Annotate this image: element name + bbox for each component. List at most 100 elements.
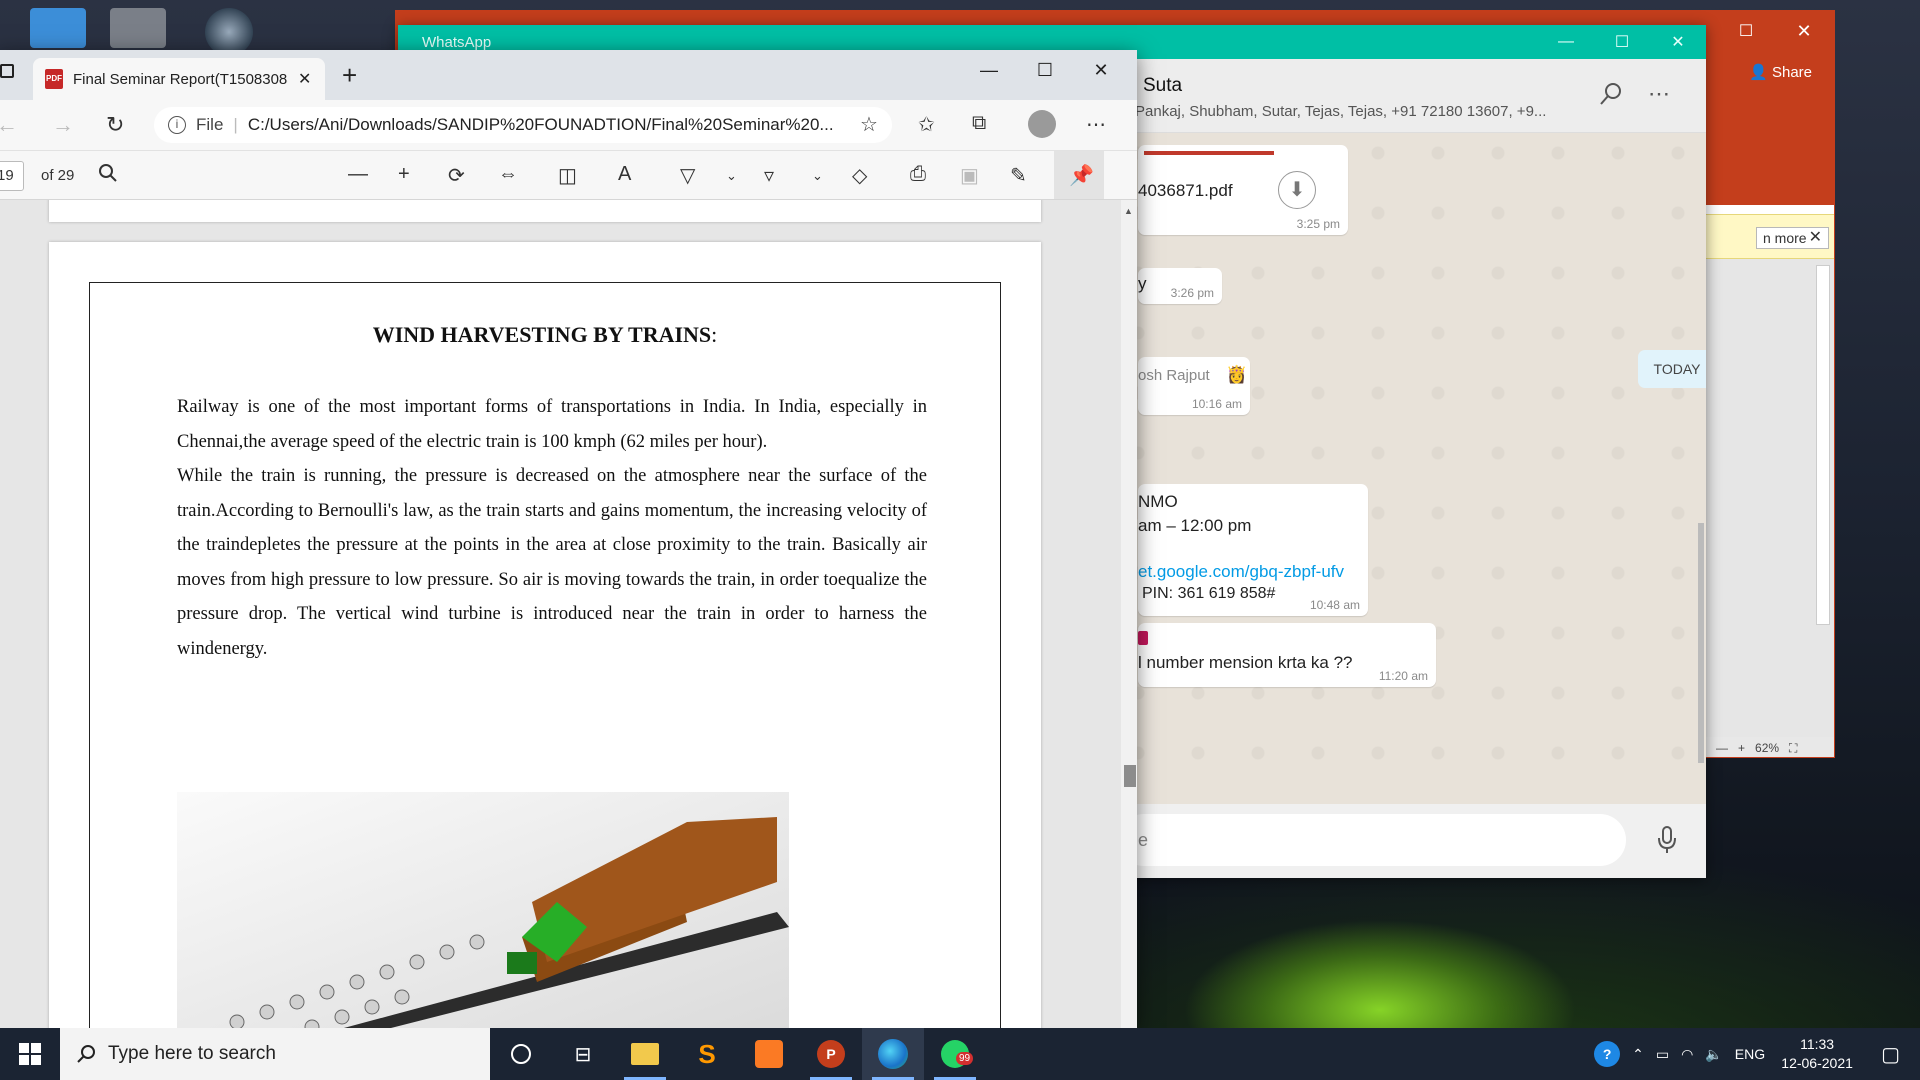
refresh-icon[interactable]: ↻: [106, 112, 124, 138]
system-tray: ? ⌃ ▭ ◠ 🔈 ENG 11:33 12-06-2021 ▢: [1594, 1028, 1920, 1080]
info-bar: n more ✕: [1701, 214, 1834, 259]
volume-icon[interactable]: 🔈: [1705, 1046, 1722, 1063]
draw-icon[interactable]: ▽: [680, 163, 695, 188]
search-icon[interactable]: [1598, 81, 1624, 113]
file-name: 4036871.pdf: [1138, 181, 1233, 200]
chat-name[interactable]: Suta: [1143, 75, 1182, 97]
message-bubble[interactable]: l number mension krta ka ?? 11:20 am: [1138, 623, 1436, 687]
tab-bar: PDF Final Seminar Report(T15083085 ✕ + —…: [0, 50, 1137, 100]
highlight-icon[interactable]: ▿: [764, 163, 774, 188]
language-indicator[interactable]: ENG: [1735, 1046, 1765, 1062]
file-message[interactable]: 4036871.pdf ⬇ 3:25 pm: [1138, 145, 1348, 235]
tab-title: Final Seminar Report(T15083085: [73, 70, 288, 88]
chevron-down-icon[interactable]: ⌄: [726, 168, 737, 184]
collections-icon[interactable]: ⧉: [972, 112, 986, 135]
quote-marker: [1138, 631, 1148, 645]
address-bar[interactable]: i File | C:/Users/Ani/Downloads/SANDIP%2…: [154, 107, 892, 143]
message-time: 3:26 pm: [1170, 286, 1214, 300]
minimize-button[interactable]: —: [1538, 25, 1594, 59]
tab-actions-icon[interactable]: [0, 64, 14, 78]
page-number-input[interactable]: 19: [0, 161, 24, 191]
close-button[interactable]: ✕: [1650, 25, 1706, 59]
task-view-icon[interactable]: ⊟: [552, 1028, 614, 1080]
tab-final-seminar-report[interactable]: PDF Final Seminar Report(T15083085 ✕: [33, 58, 325, 100]
chevron-down-icon[interactable]: ⌄: [812, 168, 823, 184]
settings-more-icon[interactable]: ⋯: [1086, 112, 1106, 137]
cortana-icon[interactable]: [490, 1028, 552, 1080]
info-icon[interactable]: i: [168, 116, 186, 134]
message-bubble[interactable]: NMO am – 12:00 pm et.google.com/gbq-zbpf…: [1138, 484, 1368, 616]
viewer-scrollbar[interactable]: ▲: [1121, 200, 1137, 1030]
close-icon[interactable]: ✕: [1809, 227, 1822, 247]
message-bubble[interactable]: y 3:26 pm: [1138, 268, 1222, 304]
person-icon: 👤: [1749, 64, 1768, 81]
zoom-in-icon[interactable]: +: [1738, 741, 1745, 755]
pdf-toolbar: 19 of 29 — + ⟳ ⇔ ◫ A ▽ ⌄ ▿ ⌄ ◇ ⎙ ▣ ✎ 📌: [0, 150, 1137, 200]
add-favorite-icon[interactable]: ☆: [860, 112, 878, 137]
forward-icon[interactable]: →: [52, 112, 74, 138]
notifications-icon[interactable]: ▢: [1869, 1042, 1912, 1067]
clock-time: 11:33: [1800, 1036, 1835, 1052]
pin-toolbar-button[interactable]: 📌: [1054, 151, 1104, 199]
message-input[interactable]: e: [1118, 814, 1626, 866]
new-tab-icon[interactable]: +: [342, 60, 357, 91]
message-time: 10:48 am: [1309, 598, 1360, 612]
wifi-icon[interactable]: ◠: [1681, 1046, 1693, 1063]
fit-slide-icon[interactable]: ⛶: [1789, 741, 1797, 756]
ppt-close-button[interactable]: ✕: [1776, 11, 1832, 51]
start-button[interactable]: [0, 1028, 60, 1080]
fit-width-icon[interactable]: ⇔: [498, 163, 518, 186]
download-icon[interactable]: ⬇: [1278, 171, 1316, 209]
sublime-text-icon[interactable]: S: [676, 1028, 738, 1080]
share-label: Share: [1771, 64, 1812, 81]
battery-icon[interactable]: ▭: [1656, 1046, 1669, 1063]
file-explorer-icon[interactable]: [614, 1028, 676, 1080]
microphone-icon[interactable]: [1658, 826, 1676, 859]
scroll-up-icon[interactable]: ▲: [1124, 206, 1133, 216]
zoom-out-icon[interactable]: —: [348, 163, 368, 186]
maximize-button[interactable]: ☐: [1594, 25, 1650, 59]
share-button[interactable]: 👤 Share: [1749, 63, 1812, 81]
whatsapp-icon[interactable]: 99: [924, 1028, 986, 1080]
chat-scrollbar[interactable]: [1698, 523, 1704, 763]
more-options-icon[interactable]: ⋯: [1648, 81, 1670, 107]
read-aloud-icon[interactable]: A: [618, 163, 631, 186]
heading-suffix: :: [711, 322, 718, 347]
edge-icon[interactable]: [862, 1028, 924, 1080]
find-icon[interactable]: [98, 163, 118, 189]
xampp-icon[interactable]: [738, 1028, 800, 1080]
ppt-maximize-button[interactable]: ☐: [1718, 11, 1774, 51]
erase-icon[interactable]: ◇: [852, 163, 867, 188]
zoom-out-icon[interactable]: —: [1716, 741, 1728, 755]
message-bubble[interactable]: osh Rajput 👸 10:16 am: [1138, 357, 1250, 415]
back-icon[interactable]: ←: [0, 112, 18, 138]
message-text: am – 12:00 pm: [1138, 516, 1252, 535]
print-icon[interactable]: ⎙: [910, 163, 926, 186]
minimize-button[interactable]: —: [961, 50, 1017, 90]
desktop-shortcut-icon[interactable]: [110, 8, 166, 48]
this-pc-icon[interactable]: [30, 8, 86, 48]
taskbar-search[interactable]: Type here to search: [60, 1028, 490, 1080]
close-button[interactable]: ✕: [1073, 50, 1129, 90]
maximize-button[interactable]: ☐: [1017, 50, 1073, 90]
powerpoint-icon[interactable]: P: [800, 1028, 862, 1080]
zoom-in-icon[interactable]: +: [398, 163, 410, 186]
pdf-viewer[interactable]: WIND HARVESTING BY TRAINS: Railway is on…: [0, 200, 1121, 1030]
rotate-icon[interactable]: ⟳: [448, 163, 465, 188]
zoom-level[interactable]: 62%: [1755, 741, 1779, 755]
meeting-link[interactable]: et.google.com/gbq-zbpf-ufv: [1138, 562, 1344, 582]
save-icon[interactable]: ▣: [960, 163, 979, 188]
favorites-icon[interactable]: ✩: [918, 112, 935, 137]
url-text[interactable]: C:/Users/Ani/Downloads/SANDIP%20FOUNADTI…: [248, 115, 834, 135]
clock[interactable]: 11:33 12-06-2021: [1777, 1035, 1857, 1073]
close-tab-icon[interactable]: ✕: [298, 69, 311, 89]
save-as-icon[interactable]: ✎: [1010, 163, 1027, 188]
profile-avatar[interactable]: [1028, 110, 1056, 138]
desktop-app-icon[interactable]: [205, 8, 253, 56]
help-icon[interactable]: ?: [1594, 1041, 1621, 1067]
page-view-icon[interactable]: ◫: [558, 163, 577, 188]
scroll-thumb[interactable]: [1124, 765, 1136, 787]
chevron-up-icon[interactable]: ⌃: [1632, 1046, 1644, 1063]
vertical-scrollbar[interactable]: [1816, 265, 1830, 625]
message-time: 11:20 am: [1378, 669, 1428, 683]
